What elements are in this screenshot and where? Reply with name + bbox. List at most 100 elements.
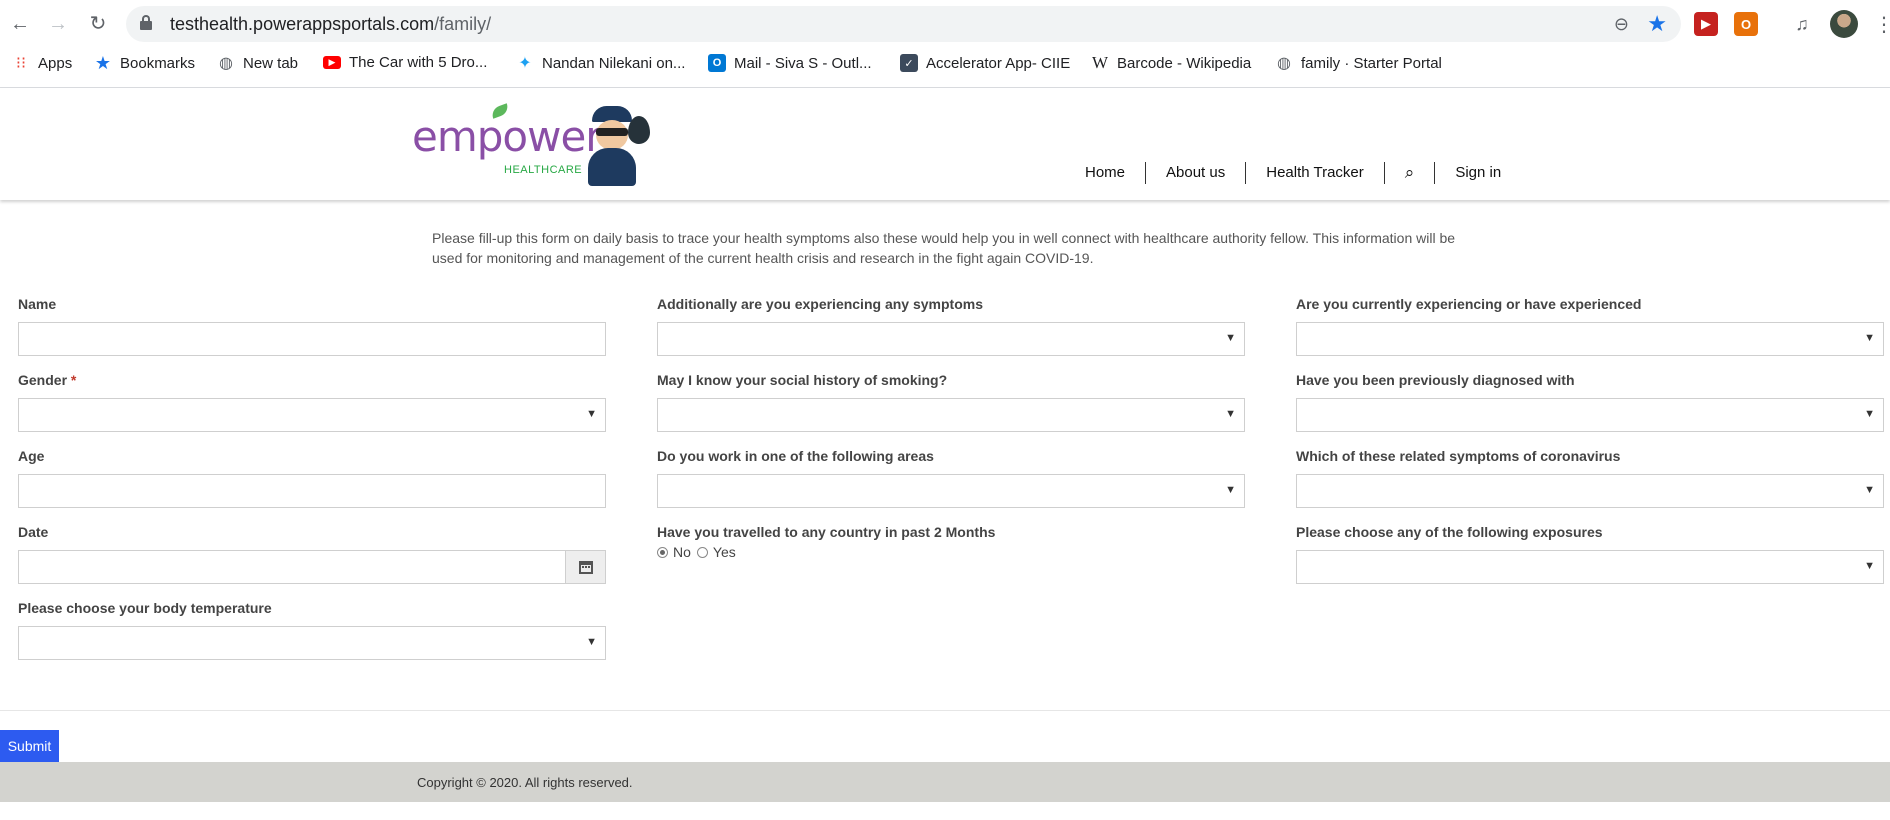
diagnosed-field: Have you been previously diagnosed with … (1296, 372, 1884, 432)
bookmark-label: Barcode - Wikipedia (1117, 54, 1252, 72)
work-areas-field: Do you work in one of the following area… (657, 448, 1245, 508)
bookmark-twitter[interactable]: ✦ Nandan Nilekani on... (516, 54, 685, 73)
globe-icon: ◍ (1277, 55, 1291, 72)
star-icon: ★ (94, 52, 112, 73)
travel-radio-group: No Yes (657, 544, 742, 560)
main-nav: Home About us Health Tracker ⌕ Sign in (1065, 162, 1521, 184)
globe-icon: ◍ (219, 55, 233, 72)
smoking-field: May I know your social history of smokin… (657, 372, 1245, 432)
twitter-icon: ✦ (518, 55, 532, 72)
smoking-select[interactable]: ▼ (657, 398, 1245, 432)
caret-down-icon: ▼ (1225, 332, 1236, 344)
related-symptoms-select[interactable]: ▼ (1296, 474, 1884, 508)
bookmarks-bar: ⁝⁝ Apps ★ Bookmarks ◍ New tab ▶ The Car … (0, 50, 1890, 80)
exposures-select[interactable]: ▼ (1296, 550, 1884, 584)
forward-arrow-icon[interactable]: → (46, 12, 70, 36)
site-footer: Copyright © 2020. All rights reserved. (0, 762, 1890, 802)
age-input[interactable] (18, 474, 606, 508)
age-field: Age (18, 448, 606, 508)
temperature-field: Please choose your body temperature ▼ (18, 600, 606, 660)
wikipedia-icon: W (1091, 53, 1109, 72)
calendar-icon (578, 560, 593, 574)
url-text: testhealth.powerappsportals.com/family/ (170, 14, 492, 34)
address-bar[interactable]: testhealth.powerappsportals.com/family/ … (126, 6, 1681, 42)
name-input[interactable] (18, 322, 606, 356)
empower-healthcare-logo[interactable]: empower HEALTHCARE (412, 102, 652, 188)
experiencing-field: Are you currently experiencing or have e… (1296, 296, 1884, 356)
date-field: Date (18, 524, 606, 584)
outlook-icon: O (708, 54, 726, 72)
bookmark-label: Bookmarks (120, 54, 196, 72)
address-row: ← → ↻ testhealth.powerappsportals.com/fa… (0, 0, 1890, 48)
nav-home[interactable]: Home (1065, 162, 1145, 184)
browser-chrome: ← → ↻ testhealth.powerappsportals.com/fa… (0, 0, 1890, 88)
gender-field: Gender * ▼ (18, 372, 606, 432)
reload-icon[interactable]: ↻ (86, 12, 110, 36)
date-label: Date (18, 524, 49, 540)
zoom-icon[interactable]: ⊖ (1614, 14, 1629, 35)
profile-avatar[interactable] (1830, 10, 1858, 38)
bookmark-family-portal[interactable]: ◍ family · Starter Portal (1275, 54, 1442, 73)
bookmark-label: Mail - Siva S - Outl... (734, 54, 872, 72)
caret-down-icon: ▼ (586, 408, 597, 420)
nav-health-tracker[interactable]: Health Tracker (1245, 162, 1384, 184)
bookmark-new-tab[interactable]: ◍ New tab (217, 54, 298, 73)
work-areas-select[interactable]: ▼ (657, 474, 1245, 508)
menu-kebab-icon[interactable]: ⋮ (1874, 12, 1890, 37)
extension-video-icon[interactable]: ▶ (1694, 12, 1718, 36)
gender-label-text: Gender (18, 372, 68, 388)
name-label: Name (18, 296, 57, 312)
bookmark-apps[interactable]: ⁝⁝ Apps (12, 54, 73, 73)
back-arrow-icon[interactable]: ← (8, 12, 32, 36)
required-mark: * (70, 372, 77, 388)
temperature-select[interactable]: ▼ (18, 626, 606, 660)
caret-down-icon: ▼ (1864, 408, 1875, 420)
bookmark-outlook[interactable]: O Mail - Siva S - Outl... (708, 54, 872, 72)
logo-subtitle: HEALTHCARE (504, 164, 583, 176)
date-input[interactable] (18, 550, 606, 584)
age-label: Age (18, 448, 45, 464)
form-divider (0, 710, 1890, 711)
caret-down-icon: ▼ (1864, 332, 1875, 344)
exposures-label: Please choose any of the following expos… (1296, 524, 1603, 540)
apps-grid-icon: ⁝⁝ (15, 55, 27, 72)
search-icon[interactable]: ⌕ (1383, 162, 1435, 184)
extension-office-icon[interactable]: O (1734, 12, 1758, 36)
bookmark-wikipedia[interactable]: W Barcode - Wikipedia (1091, 53, 1252, 72)
bookmark-label: Apps (38, 54, 73, 72)
diagnosed-select[interactable]: ▼ (1296, 398, 1884, 432)
caret-down-icon: ▼ (586, 636, 597, 648)
smoking-label: May I know your social history of smokin… (657, 372, 948, 388)
travel-yes-label: Yes (712, 544, 736, 560)
nav-sign-in[interactable]: Sign in (1434, 162, 1521, 184)
caret-down-icon: ▼ (1864, 484, 1875, 496)
youtube-icon: ▶ (323, 56, 341, 69)
travel-no-label: No (673, 544, 691, 560)
gender-select[interactable]: ▼ (18, 398, 606, 432)
app-icon: ✓ (900, 54, 918, 72)
bookmark-bookmarks[interactable]: ★ Bookmarks (94, 52, 196, 73)
travel-no-radio[interactable] (657, 546, 668, 558)
name-field: Name (18, 296, 606, 356)
caret-down-icon: ▼ (1864, 560, 1875, 572)
symptoms-field: Additionally are you experiencing any sy… (657, 296, 1245, 356)
submit-button[interactable]: Submit (0, 730, 59, 762)
media-control-icon[interactable]: ♫ (1790, 12, 1814, 36)
calendar-button[interactable] (565, 551, 605, 583)
nav-about-us[interactable]: About us (1145, 162, 1245, 184)
work-areas-label: Do you work in one of the following area… (657, 448, 934, 464)
bookmark-star-icon[interactable]: ★ (1647, 11, 1667, 37)
symptoms-label: Additionally are you experiencing any sy… (657, 296, 983, 312)
exposures-field: Please choose any of the following expos… (1296, 524, 1884, 584)
bookmark-label: The Car with 5 Dro... (349, 54, 488, 71)
bookmark-youtube[interactable]: ▶ The Car with 5 Dro... (323, 54, 487, 71)
experiencing-select[interactable]: ▼ (1296, 322, 1884, 356)
travel-yes-radio[interactable] (696, 546, 708, 558)
caret-down-icon: ▼ (1225, 484, 1236, 496)
caret-down-icon: ▼ (1225, 408, 1236, 420)
bookmark-accelerator[interactable]: ✓ Accelerator App- CIIE (900, 54, 1070, 72)
temperature-label: Please choose your body temperature (18, 600, 272, 616)
symptoms-select[interactable]: ▼ (657, 322, 1245, 356)
lock-icon (140, 15, 152, 31)
travelled-field: Have you travelled to any country in pas… (657, 524, 1245, 560)
